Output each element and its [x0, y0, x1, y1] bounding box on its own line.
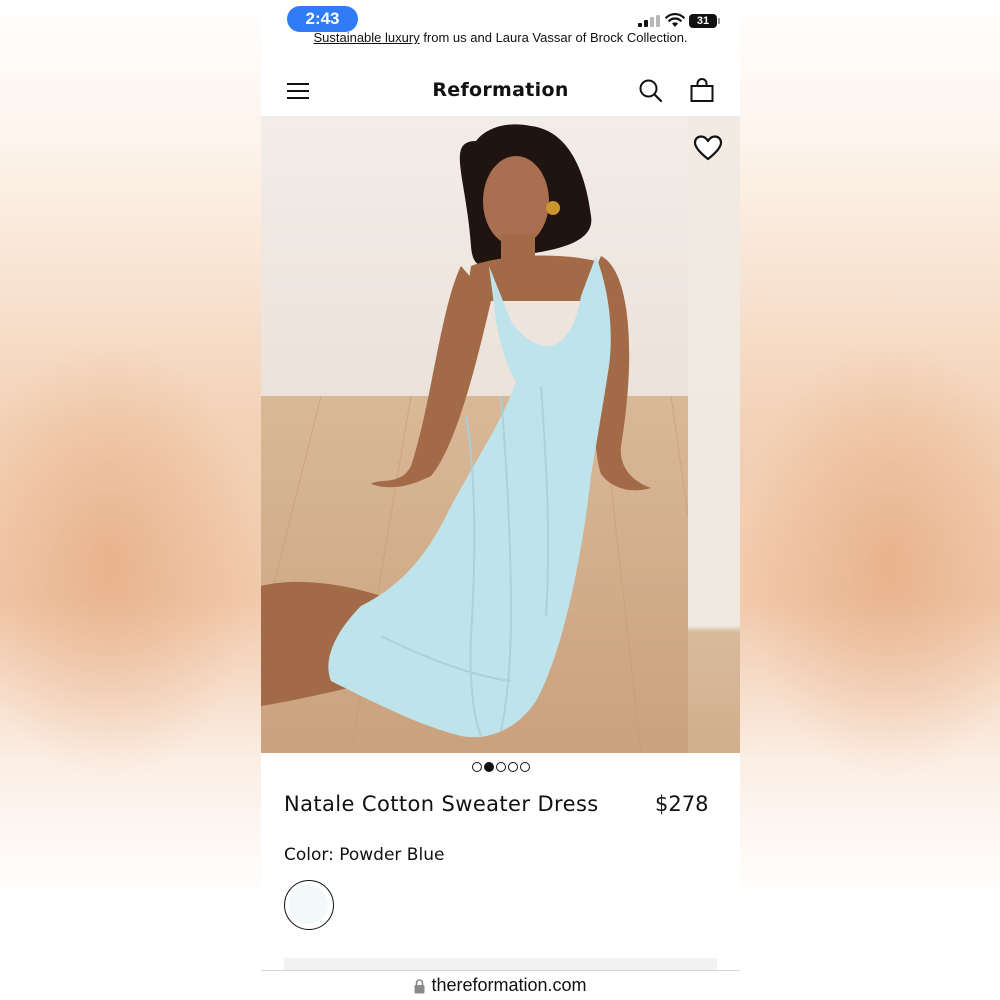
- browser-url-bar[interactable]: thereformation.com: [261, 970, 740, 1000]
- carousel-dots: [261, 762, 740, 774]
- phone-screen: 2:43 31 Sustainable luxury from us and L…: [261, 0, 740, 1000]
- product-image[interactable]: [261, 116, 740, 753]
- menu-icon[interactable]: [287, 81, 309, 101]
- product-price: $278: [655, 792, 709, 816]
- brand-logo[interactable]: Reformation: [261, 79, 740, 101]
- promo-link[interactable]: Sustainable luxury: [313, 30, 419, 44]
- bag-icon[interactable]: [689, 78, 715, 104]
- color-swatch-powder-blue[interactable]: [284, 880, 334, 930]
- carousel-dot[interactable]: [483, 762, 494, 772]
- lock-icon: [414, 979, 425, 994]
- product-name: Natale Cotton Sweater Dress: [284, 792, 599, 816]
- site-header: Reformation: [261, 66, 740, 116]
- carousel-dot[interactable]: [519, 762, 530, 772]
- url-text: thereformation.com: [431, 975, 587, 995]
- promo-banner: Sustainable luxury from us and Laura Vas…: [261, 26, 740, 44]
- next-image-peek[interactable]: [688, 116, 740, 753]
- color-label: Color: Powder Blue: [284, 845, 445, 865]
- swatch-fill: [289, 885, 328, 924]
- promo-text: from us and Laura Vassar of Brock Collec…: [419, 30, 688, 44]
- carousel-dot[interactable]: [495, 762, 506, 772]
- search-icon[interactable]: [638, 78, 664, 104]
- heart-icon[interactable]: [693, 134, 723, 162]
- model-illustration: [261, 124, 688, 753]
- carousel-dot[interactable]: [471, 762, 482, 772]
- carousel-dot[interactable]: [507, 762, 518, 772]
